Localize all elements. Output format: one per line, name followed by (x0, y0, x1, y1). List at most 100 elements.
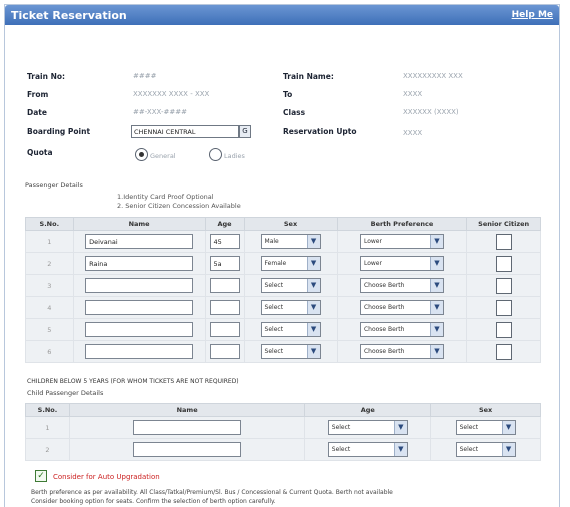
chevron-down-icon: ▼ (501, 421, 515, 434)
train-no-label: Train No: (27, 72, 66, 81)
quota-general-label: General (150, 152, 176, 160)
sex-select-value: Select (459, 424, 479, 431)
child-sex-select[interactable]: Select ▼ (455, 442, 516, 457)
help-link[interactable]: Help Me (512, 10, 553, 20)
passenger-sex-select[interactable]: Select ▼ (260, 300, 321, 315)
berth-preference-select[interactable]: Choose Berth ▼ (359, 344, 444, 359)
child-row: 1 Select ▼ Select ▼ (25, 416, 541, 439)
chevron-down-icon: ▼ (306, 323, 320, 336)
passenger-sex-select[interactable]: Select ▼ (260, 278, 321, 293)
chevron-down-icon: ▼ (429, 323, 443, 336)
row-number: 1 (25, 416, 70, 439)
senior-citizen-checkbox[interactable] (495, 255, 512, 272)
berth-preference-select[interactable]: Choose Berth ▼ (359, 300, 444, 315)
child-table-header: S.No. Name Age Sex (25, 403, 541, 417)
berth-info-text-1: Berth preference as per availability. Al… (31, 489, 393, 496)
class-value: XXXXXX (XXXX) (403, 108, 459, 116)
col-sno: S.No. (25, 217, 74, 231)
radio-selected-dot (139, 152, 144, 157)
auto-upgrade-checkbox[interactable]: ✓ (35, 470, 47, 482)
chevron-down-icon: ▼ (429, 345, 443, 358)
to-label: To (283, 90, 293, 99)
child-sex-select[interactable]: Select ▼ (455, 420, 516, 435)
train-name-value: XXXXXXXXX XXX (403, 72, 463, 80)
title-bar: Ticket Reservation Help Me (5, 5, 559, 25)
child-row: 2 Select ▼ Select ▼ (25, 438, 541, 461)
passenger-section-label: Passenger Details (25, 181, 83, 189)
senior-citizen-checkbox[interactable] (495, 277, 512, 294)
passenger-age-input[interactable] (209, 278, 240, 293)
train-name-label: Train Name: (283, 72, 334, 81)
passenger-name-input[interactable] (85, 278, 194, 293)
quota-ladies-label: Ladies (224, 152, 245, 160)
passenger-sex-select[interactable]: Male ▼ (260, 234, 321, 249)
chevron-down-icon: ▼ (429, 235, 443, 248)
row-number: 5 (25, 318, 74, 341)
row-number: 2 (25, 252, 74, 275)
chevron-down-icon: ▼ (501, 443, 515, 456)
berth-info-text-2: Consider booking option for seats. Confi… (31, 498, 276, 505)
col-age: Age (204, 217, 245, 231)
col-name: Name (68, 403, 306, 417)
passenger-table-header: S.No. Name Age Sex Berth Preference Seni… (25, 217, 541, 231)
reservation-upto-label: Reservation Upto (283, 127, 357, 136)
boarding-point-label: Boarding Point (27, 127, 91, 136)
passenger-row: 4 Select ▼ Choose Berth ▼ (25, 296, 541, 319)
sex-select-value: Male (264, 238, 279, 245)
col-berth-preference: Berth Preference (336, 217, 468, 231)
passenger-name-input[interactable] (85, 322, 194, 337)
to-value: XXXX (403, 90, 423, 98)
child-section-label: Child Passenger Details (27, 389, 104, 397)
from-value: XXXXXXX XXXX - XXX (133, 90, 210, 98)
chevron-down-icon: ▼ (393, 443, 407, 456)
senior-citizen-checkbox[interactable] (495, 321, 512, 338)
chevron-down-icon: ▼ (429, 257, 443, 270)
senior-citizen-checkbox[interactable] (495, 343, 512, 360)
child-age-select[interactable]: Select ▼ (327, 420, 408, 435)
reservation-panel: Ticket Reservation Help Me Train No: ###… (4, 4, 560, 507)
berth-preference-select[interactable]: Choose Berth ▼ (359, 322, 444, 337)
berth-preference-select[interactable]: Lower ▼ (359, 256, 444, 271)
date-label: Date (27, 108, 47, 117)
passenger-age-input[interactable]: 45 (209, 234, 240, 249)
berth-select-value: Lower (363, 260, 382, 267)
berth-preference-select[interactable]: Choose Berth ▼ (359, 278, 444, 293)
class-label: Class (283, 108, 306, 117)
sex-select-value: Select (459, 446, 479, 453)
passenger-age-input[interactable]: 5a (209, 256, 240, 271)
passenger-table: S.No. Name Age Sex Berth Preference Seni… (25, 217, 541, 363)
row-number: 4 (25, 296, 74, 319)
berth-select-value: Choose Berth (363, 282, 405, 289)
senior-citizen-checkbox[interactable] (495, 299, 512, 316)
age-select-value: Select (331, 424, 351, 431)
berth-select-value: Choose Berth (363, 304, 405, 311)
quota-general-radio[interactable] (135, 148, 148, 161)
quota-label: Quota (27, 148, 53, 157)
child-name-input[interactable] (133, 442, 242, 457)
passenger-name-input[interactable] (85, 300, 194, 315)
passenger-name-input[interactable]: Deivanai (85, 234, 194, 249)
passenger-name-input[interactable] (85, 344, 194, 359)
col-sex: Sex (430, 403, 541, 417)
chevron-down-icon: ▼ (429, 301, 443, 314)
passenger-sex-select[interactable]: Select ▼ (260, 322, 321, 337)
col-age: Age (304, 403, 432, 417)
row-number: 3 (25, 274, 74, 297)
passenger-sex-select[interactable]: Female ▼ (260, 256, 321, 271)
berth-preference-select[interactable]: Lower ▼ (359, 234, 444, 249)
passenger-sex-select[interactable]: Select ▼ (260, 344, 321, 359)
berth-select-value: Choose Berth (363, 348, 405, 355)
child-name-input[interactable] (133, 420, 242, 435)
sex-select-value: Select (264, 304, 284, 311)
senior-citizen-checkbox[interactable] (495, 233, 512, 250)
passenger-age-input[interactable] (209, 300, 240, 315)
passenger-name-input[interactable]: Raina (85, 256, 194, 271)
passenger-age-input[interactable] (209, 322, 240, 337)
boarding-point-select[interactable]: CHENNAI CENTRAL (131, 125, 239, 138)
child-age-select[interactable]: Select ▼ (327, 442, 408, 457)
passenger-note-2: 2. Senior Citizen Concession Available (117, 202, 241, 210)
passenger-age-input[interactable] (209, 344, 240, 359)
boarding-point-button[interactable]: G (239, 125, 251, 138)
sex-select-value: Select (264, 282, 284, 289)
quota-ladies-radio[interactable] (209, 148, 222, 161)
